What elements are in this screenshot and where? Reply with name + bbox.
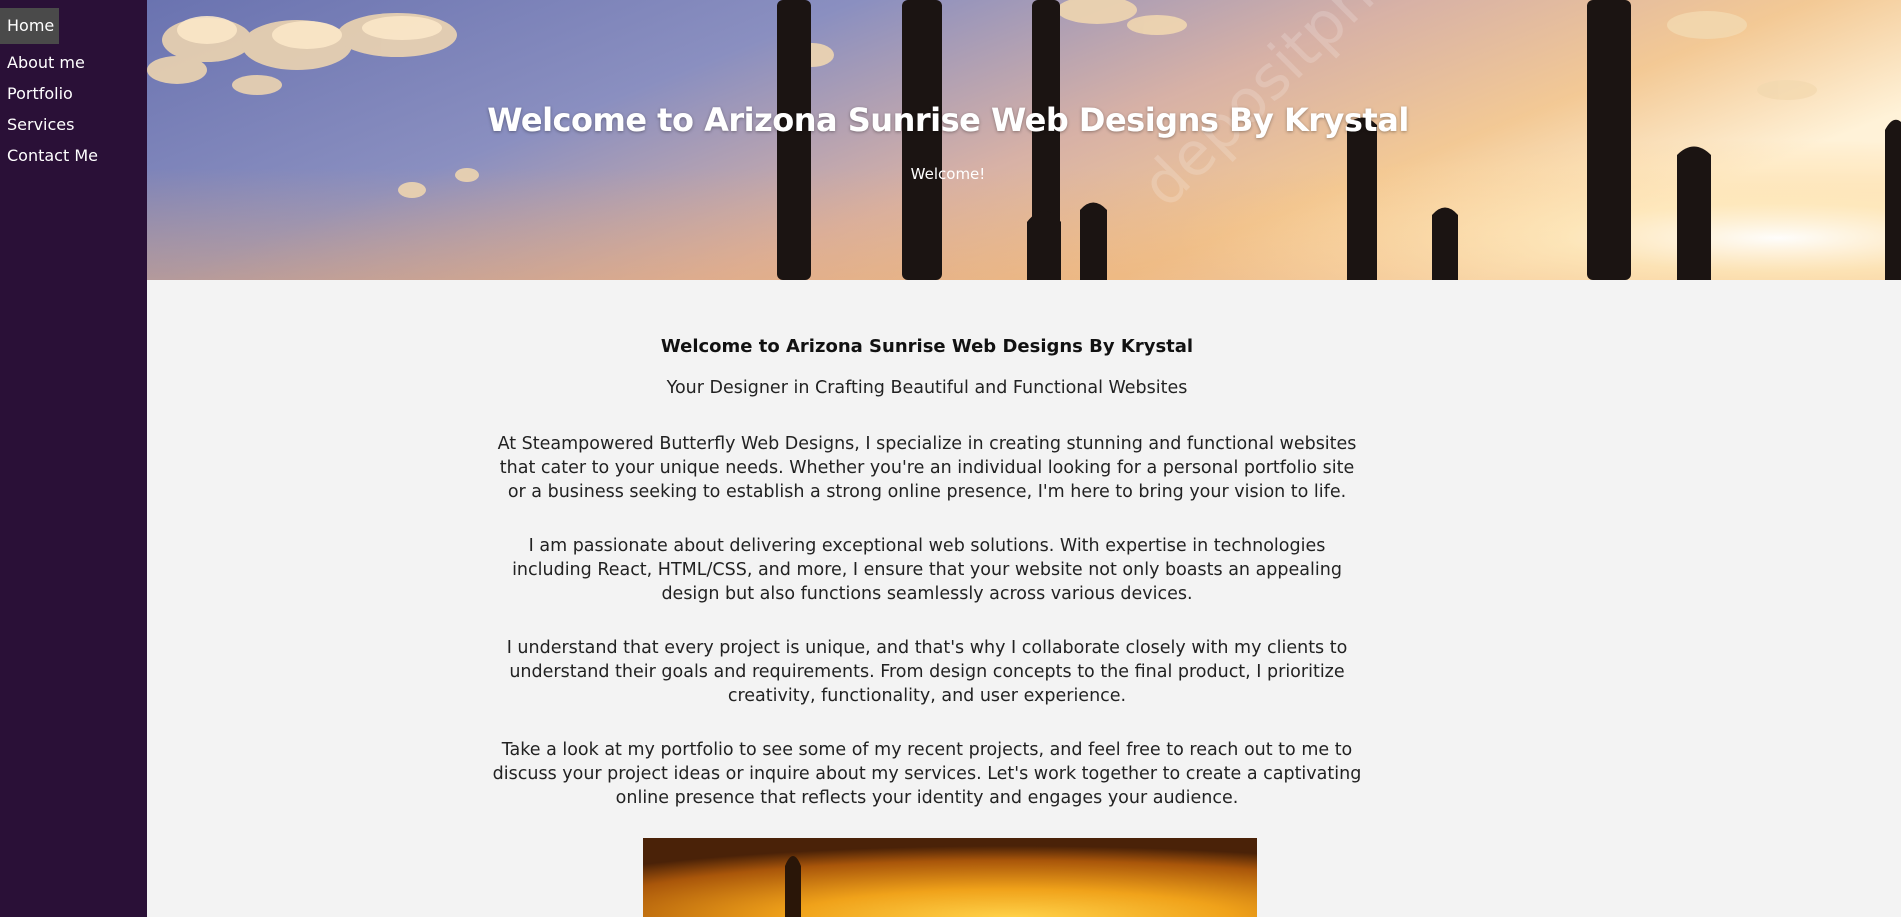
hero-background-image: depositphotos [147,0,1901,280]
intro-paragraph-2: I am passionate about delivering excepti… [512,536,1342,604]
intro-tagline: Your Designer in Crafting Beautiful and … [666,378,1188,398]
nav-item-services[interactable]: Services [0,108,147,139]
nav-item-about-me[interactable]: About me [0,46,147,77]
nav-item-home[interactable]: Home [0,8,59,44]
nav-item-portfolio[interactable]: Portfolio [0,77,147,108]
intro-paragraph-4: Take a look at my portfolio to see some … [492,740,1362,808]
intro-paragraph-3: I understand that every project is uniqu… [506,638,1348,706]
hero-banner: depositphotos Welcome to Arizona Sunrise… [147,0,1901,280]
nav-item-contact-me[interactable]: Contact Me [0,139,147,170]
cactus-sunset-image [643,838,1257,917]
sidebar-nav: Home About me Portfolio Services Contact… [0,0,147,917]
intro-heading: Welcome to Arizona Sunrise Web Designs B… [660,336,1194,357]
app: Home About me Portfolio Services Contact… [0,0,1901,917]
intro-paragraph-1: At Steampowered Butterfly Web Designs, I… [497,434,1357,502]
hero-subtitle: Welcome! [910,165,986,183]
main-content: Welcome to Arizona Sunrise Web Designs B… [147,280,1901,917]
hero-title: Welcome to Arizona Sunrise Web Designs B… [487,101,1409,139]
